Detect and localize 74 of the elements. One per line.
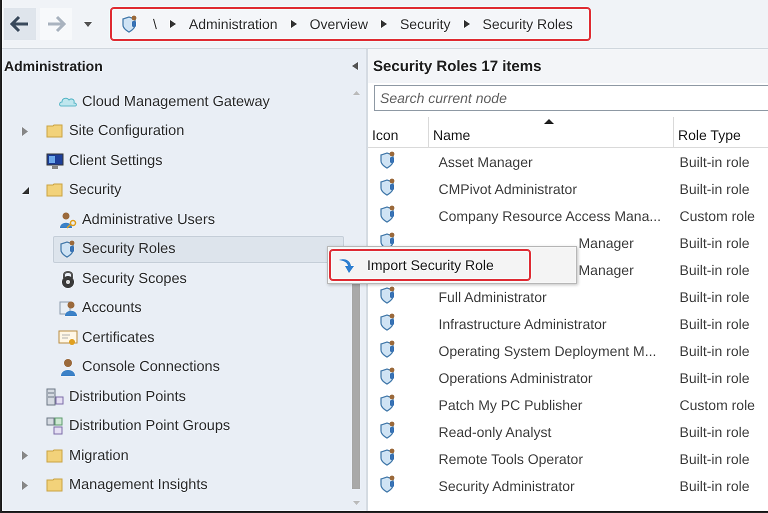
sort-icon: [544, 119, 554, 124]
tree-item[interactable]: Accounts: [53, 294, 147, 322]
expand-icon[interactable]: [22, 451, 28, 460]
breadcrumb-item[interactable]: Security Roles: [482, 16, 573, 32]
table-cell: Infrastructure Administrator: [438, 316, 607, 332]
chevron-icon: [380, 20, 387, 28]
tree-item[interactable]: Console Connections: [53, 354, 225, 381]
table-cell: Built-in role: [680, 478, 750, 494]
table-cell: Remote Tools Operator: [438, 450, 583, 466]
server-group-icon: [45, 416, 65, 436]
tree-item[interactable]: Security: [40, 176, 126, 204]
tree-item[interactable]: Certificates: [53, 324, 160, 352]
expand-icon[interactable]: [22, 126, 28, 136]
table-cell: Read-only Analyst: [438, 424, 552, 440]
tree-item[interactable]: Site Configuration: [40, 118, 190, 145]
list-title: Security Roles 17 items: [368, 49, 768, 83]
breadcrumb-item[interactable]: Security: [400, 16, 451, 32]
table-cell: Custom role: [680, 396, 755, 412]
tree-item[interactable]: Distribution Points: [40, 383, 191, 410]
person-icon: [58, 357, 78, 378]
tree-item[interactable]: Cloud Management Gateway: [53, 88, 275, 116]
table-cell: CMPivot Administrator: [438, 180, 577, 196]
forward-arrow-icon: [46, 15, 66, 33]
tree-item[interactable]: Migration: [40, 442, 134, 470]
table-cell: Full Administrator: [438, 288, 547, 304]
table-cell: Operating System Deployment M...: [438, 342, 656, 358]
column-header[interactable]: Role Type: [674, 117, 768, 148]
table-cell: Manager: [578, 262, 634, 278]
tree-item[interactable]: Administrative Users: [53, 206, 220, 234]
tree-item[interactable]: Security Scopes: [53, 265, 192, 292]
table-cell: Built-in role: [680, 370, 750, 386]
table-cell: Patch My PC Publisher: [438, 396, 582, 412]
table-cell: Built-in role: [680, 154, 750, 170]
table-cell: Built-in role: [680, 316, 750, 332]
chevron-icon: [170, 20, 176, 28]
table-cell: Security Administrator: [438, 478, 575, 494]
table-cell: Built-in role: [680, 180, 750, 196]
back-button[interactable]: [4, 8, 36, 40]
table-cell: Built-in role: [680, 450, 750, 466]
expand-icon[interactable]: [22, 480, 28, 490]
tree-item[interactable]: Distribution Point Groups: [40, 412, 236, 440]
column-header[interactable]: Name: [428, 117, 674, 148]
chevron-icon: [464, 20, 470, 28]
table-cell: Built-in role: [680, 424, 750, 440]
table-cell: Built-in role: [680, 342, 750, 358]
table-cell: Manager: [578, 234, 634, 250]
breadcrumb-item[interactable]: Administration: [188, 16, 278, 32]
back-arrow-icon: [10, 15, 30, 33]
table-cell: Built-in role: [680, 234, 750, 250]
users-icon: [58, 210, 78, 230]
table-cell: Operations Administrator: [438, 370, 593, 386]
column-header[interactable]: Icon: [368, 117, 428, 148]
scroll-up-icon[interactable]: [352, 91, 360, 95]
search-field[interactable]: Search current node: [374, 85, 768, 111]
tree-item[interactable]: Management Insights: [40, 472, 213, 499]
server-icon: [45, 386, 65, 407]
chevron-icon: [290, 20, 297, 28]
tree-item[interactable]: Security Roles: [53, 236, 344, 263]
scroll-down-icon[interactable]: [352, 501, 360, 505]
table-cell: Built-in role: [680, 288, 750, 304]
table-cell: Company Resource Access Mana...: [438, 208, 662, 224]
tree-item[interactable]: Client Settings: [40, 147, 168, 174]
panel-title: Administration: [4, 58, 103, 74]
collapse-icon[interactable]: [352, 62, 358, 70]
dropdown-icon[interactable]: [84, 22, 92, 26]
table-cell: Built-in role: [680, 262, 750, 278]
breadcrumb-item[interactable]: \: [153, 16, 157, 32]
table-cell: Custom role: [680, 208, 755, 224]
table-cell: Asset Manager: [438, 154, 533, 170]
collapse-icon[interactable]: [22, 186, 29, 194]
certificate-icon: [58, 328, 78, 348]
monitor-icon: [45, 150, 65, 171]
menu-item[interactable]: Import Security Role: [329, 249, 531, 281]
breadcrumb-item[interactable]: Overview: [310, 16, 368, 32]
